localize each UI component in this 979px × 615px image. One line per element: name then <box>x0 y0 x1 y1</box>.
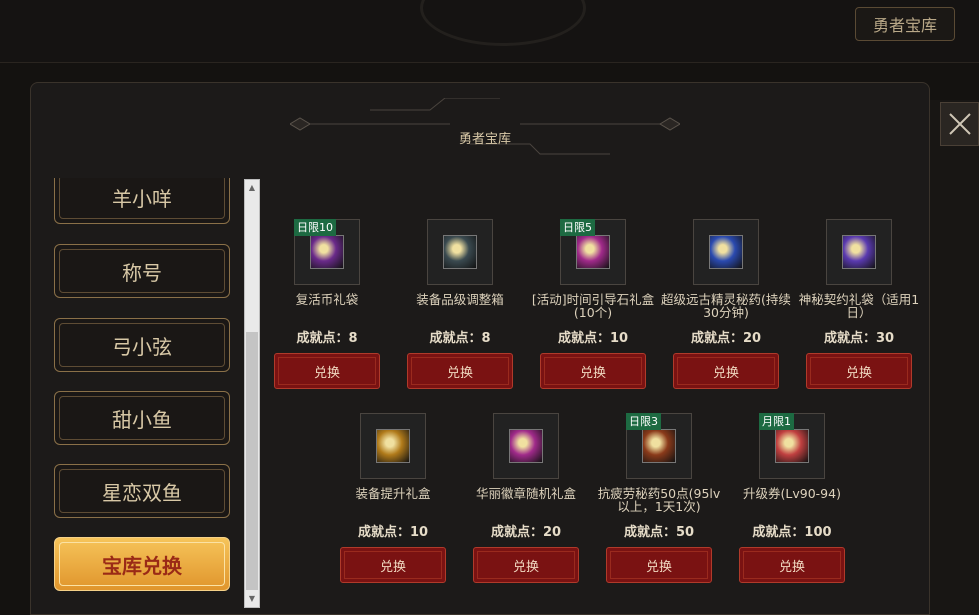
shop-item: 日限3 抗疲劳秘药50点(95lv以上，1天1次) 成就点：50 兑换 <box>594 413 724 603</box>
item-name: 装备品级调整箱 <box>416 292 504 307</box>
exchange-button[interactable]: 兑换 <box>540 353 646 389</box>
exchange-label: 兑换 <box>512 559 539 575</box>
shop-item: 日限5 [活动]时间引导石礼盒 (10个) 成就点：10 兑换 <box>528 219 658 409</box>
mystic-contract-bag-icon <box>842 235 876 269</box>
ancient-elixir-icon <box>709 235 743 269</box>
equipment-grade-box-icon <box>443 235 477 269</box>
item-points: 成就点：20 <box>490 525 562 540</box>
sidebar-scrollbar[interactable]: ▲ ▼ <box>244 179 260 608</box>
item-points: 成就点：30 <box>823 331 895 346</box>
item-slot[interactable] <box>693 219 759 285</box>
shop-item: 神秘契约礼袋（适用1日） 成就点：30 兑换 <box>794 219 924 409</box>
item-slot[interactable] <box>427 219 493 285</box>
item-name: 神秘契约礼袋（适用1日） <box>798 292 920 320</box>
exchange-label: 兑换 <box>778 559 805 575</box>
item-name: 复活币礼袋 <box>295 292 359 307</box>
item-name: [活动]时间引导石礼盒 (10个) <box>531 292 655 320</box>
shop-item: 装备品级调整箱 成就点：8 兑换 <box>395 219 525 409</box>
equipment-upgrade-box-icon <box>376 429 410 463</box>
exchange-button[interactable]: 兑换 <box>806 353 912 389</box>
limit-badge: 月限1 <box>759 413 794 430</box>
shop-item: 超级远古精灵秘药(持续30分钟) 成就点：20 兑换 <box>661 219 791 409</box>
item-points: 成就点：8 <box>429 331 491 346</box>
exchange-button[interactable]: 兑换 <box>739 547 845 583</box>
exchange-button[interactable]: 兑换 <box>673 353 779 389</box>
sidebar-item-4[interactable]: 甜小鱼 <box>54 391 230 445</box>
item-slot[interactable]: 日限5 <box>560 219 626 285</box>
item-name: 升级券(Lv90-94) <box>743 486 841 501</box>
item-slot[interactable]: 日限10 <box>294 219 360 285</box>
exchange-label: 兑换 <box>313 365 340 381</box>
shop-item: 装备提升礼盒 成就点：10 兑换 <box>328 413 458 603</box>
tab-hero-vault[interactable]: 勇者宝库 <box>855 7 955 41</box>
shop-item: 华丽徽章随机礼盒 成就点：20 兑换 <box>461 413 591 603</box>
sidebar-item-1[interactable]: 羊小咩 <box>54 178 230 224</box>
shop-item: 日限10 复活币礼袋成就点：8 兑换 <box>262 219 392 409</box>
shop-item: 月限1 升级券(Lv90-94) 成就点：100 兑换 <box>727 413 857 603</box>
sidebar-item-3[interactable]: 弓小弦 <box>54 318 230 372</box>
limit-badge: 日限5 <box>560 219 595 236</box>
sidebar-item-6[interactable]: 宝库兑换 <box>54 537 230 591</box>
fatigue-potion-icon <box>642 429 676 463</box>
sidebar-item-label: 羊小咩 <box>112 186 172 211</box>
exchange-button[interactable]: 兑换 <box>407 353 513 389</box>
exchange-label: 兑换 <box>579 365 606 381</box>
exchange-label: 兑换 <box>645 559 672 575</box>
sidebar-item-5[interactable]: 星恋双鱼 <box>54 464 230 518</box>
item-points: 成就点：8 <box>296 331 358 346</box>
item-name: 超级远古精灵秘药(持续30分钟) <box>661 292 791 320</box>
item-points: 成就点：10 <box>557 331 629 346</box>
emblem-random-box-icon <box>509 429 543 463</box>
exchange-button[interactable]: 兑换 <box>473 547 579 583</box>
item-slot[interactable] <box>493 413 559 479</box>
limit-badge: 日限10 <box>294 219 336 236</box>
panel-title: 勇者宝库 <box>458 132 511 147</box>
close-icon <box>948 113 971 135</box>
item-points: 成就点：50 <box>623 525 695 540</box>
item-points: 成就点：100 <box>752 525 832 540</box>
sidebar: 羊小咩称号弓小弦甜小鱼星恋双鱼宝库兑换 <box>52 178 237 598</box>
revive-coin-bag-icon <box>310 235 344 269</box>
exchange-button[interactable]: 兑换 <box>606 547 712 583</box>
item-slot[interactable]: 月限1 <box>759 413 825 479</box>
sidebar-item-label: 称号 <box>122 260 162 285</box>
item-name: 华丽徽章随机礼盒 <box>475 486 576 501</box>
background-right-strip <box>930 100 979 615</box>
item-points: 成就点：10 <box>357 525 429 540</box>
exchange-label: 兑换 <box>379 559 406 575</box>
level-up-ticket-icon <box>775 429 809 463</box>
close-button[interactable] <box>940 102 979 146</box>
item-name: 抗疲劳秘药50点(95lv以上，1天1次) <box>597 486 721 514</box>
sidebar-item-label: 甜小鱼 <box>112 407 172 432</box>
item-slot[interactable]: 日限3 <box>626 413 692 479</box>
scroll-thumb[interactable] <box>246 332 258 590</box>
time-stone-gift-icon <box>576 235 610 269</box>
item-slot[interactable] <box>826 219 892 285</box>
scroll-up-icon[interactable]: ▲ <box>246 182 258 194</box>
exchange-button[interactable]: 兑换 <box>274 353 380 389</box>
sidebar-item-label: 宝库兑换 <box>102 553 182 578</box>
item-slot[interactable] <box>360 413 426 479</box>
exchange-label: 兑换 <box>446 365 473 381</box>
sidebar-item-2[interactable]: 称号 <box>54 244 230 298</box>
item-name: 装备提升礼盒 <box>355 486 431 501</box>
sidebar-item-label: 弓小弦 <box>112 334 172 359</box>
exchange-button[interactable]: 兑换 <box>340 547 446 583</box>
exchange-label: 兑换 <box>712 365 739 381</box>
sidebar-item-label: 星恋双鱼 <box>102 480 182 505</box>
exchange-label: 兑换 <box>845 365 872 381</box>
item-points: 成就点：20 <box>690 331 762 346</box>
scroll-down-icon[interactable]: ▼ <box>246 593 258 605</box>
limit-badge: 日限3 <box>626 413 661 430</box>
